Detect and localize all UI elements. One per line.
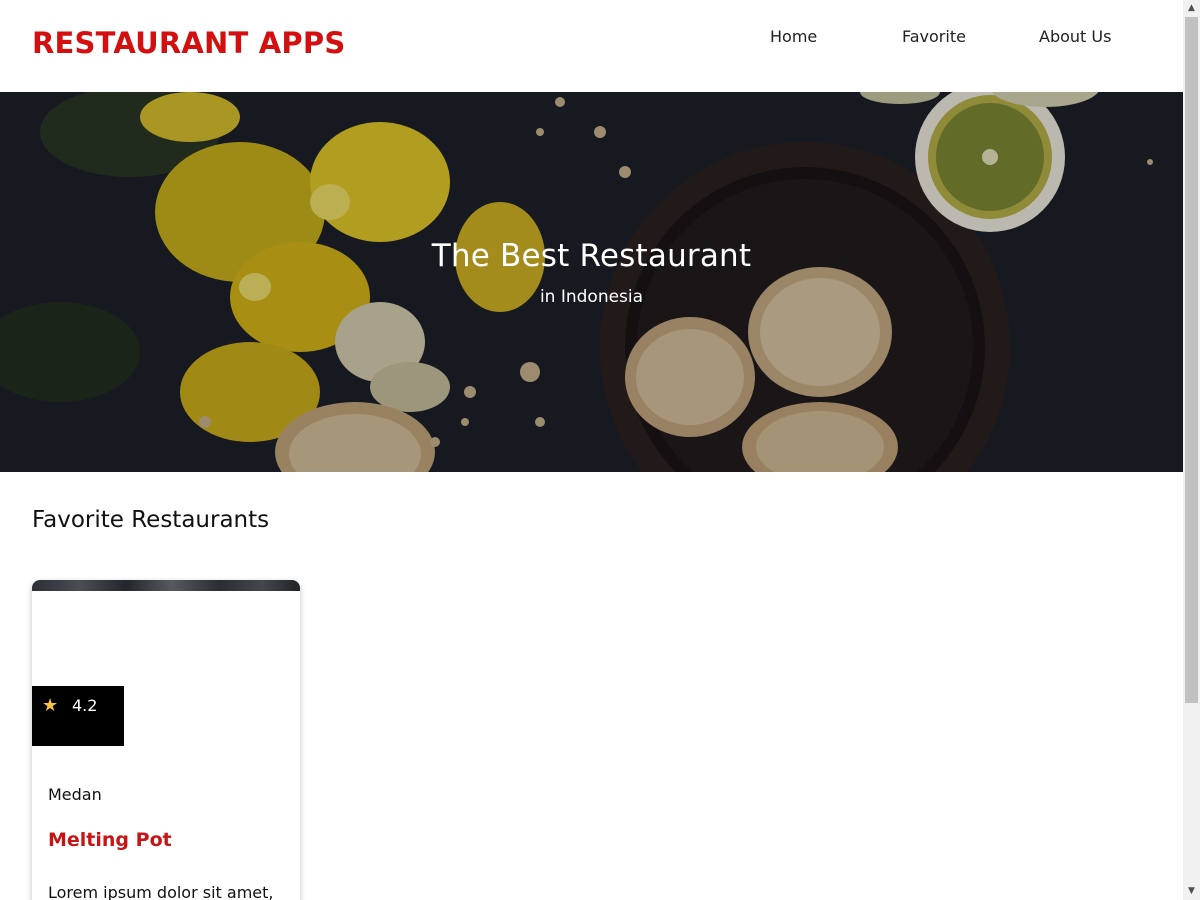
restaurant-city: Medan [48, 785, 102, 804]
section-title: Favorite Restaurants [32, 507, 270, 533]
nav-favorite-link[interactable]: Favorite [902, 27, 966, 46]
hero-banner: The Best Restaurant in Indonesia [0, 92, 1183, 472]
arrow-down-icon[interactable]: ▼ [1183, 883, 1200, 900]
star-icon: ★ [42, 695, 59, 716]
hero-subtitle: in Indonesia [539, 287, 644, 307]
page: RESTAURANT APPS Home Favorite About Us T… [0, 0, 1200, 900]
hero-overlay [0, 92, 1183, 472]
rating-value: 4.2 [72, 696, 98, 715]
restaurant-card[interactable]: ★ 4.2 Medan Melting Pot Lorem ipsum dolo… [32, 580, 300, 900]
restaurant-image[interactable] [32, 580, 300, 591]
scrollbar-thumb[interactable] [1185, 17, 1198, 703]
restaurant-description: Lorem ipsum dolor sit amet, [48, 883, 274, 900]
vertical-scrollbar[interactable]: ▲ ▼ [1183, 0, 1200, 900]
hero-title: The Best Restaurant [431, 238, 752, 274]
content: RESTAURANT APPS Home Favorite About Us T… [0, 0, 1183, 900]
brand-title[interactable]: RESTAURANT APPS [32, 26, 345, 60]
main-nav: Home Favorite About Us [730, 27, 1150, 47]
nav-home-link[interactable]: Home [770, 27, 817, 46]
rating-badge: ★ 4.2 [32, 686, 124, 746]
nav-about-us-link[interactable]: About Us [1039, 27, 1111, 46]
app-header: RESTAURANT APPS Home Favorite About Us [0, 0, 1183, 92]
arrow-up-icon[interactable]: ▲ [1183, 0, 1200, 17]
restaurant-name-link[interactable]: Melting Pot [48, 829, 172, 851]
